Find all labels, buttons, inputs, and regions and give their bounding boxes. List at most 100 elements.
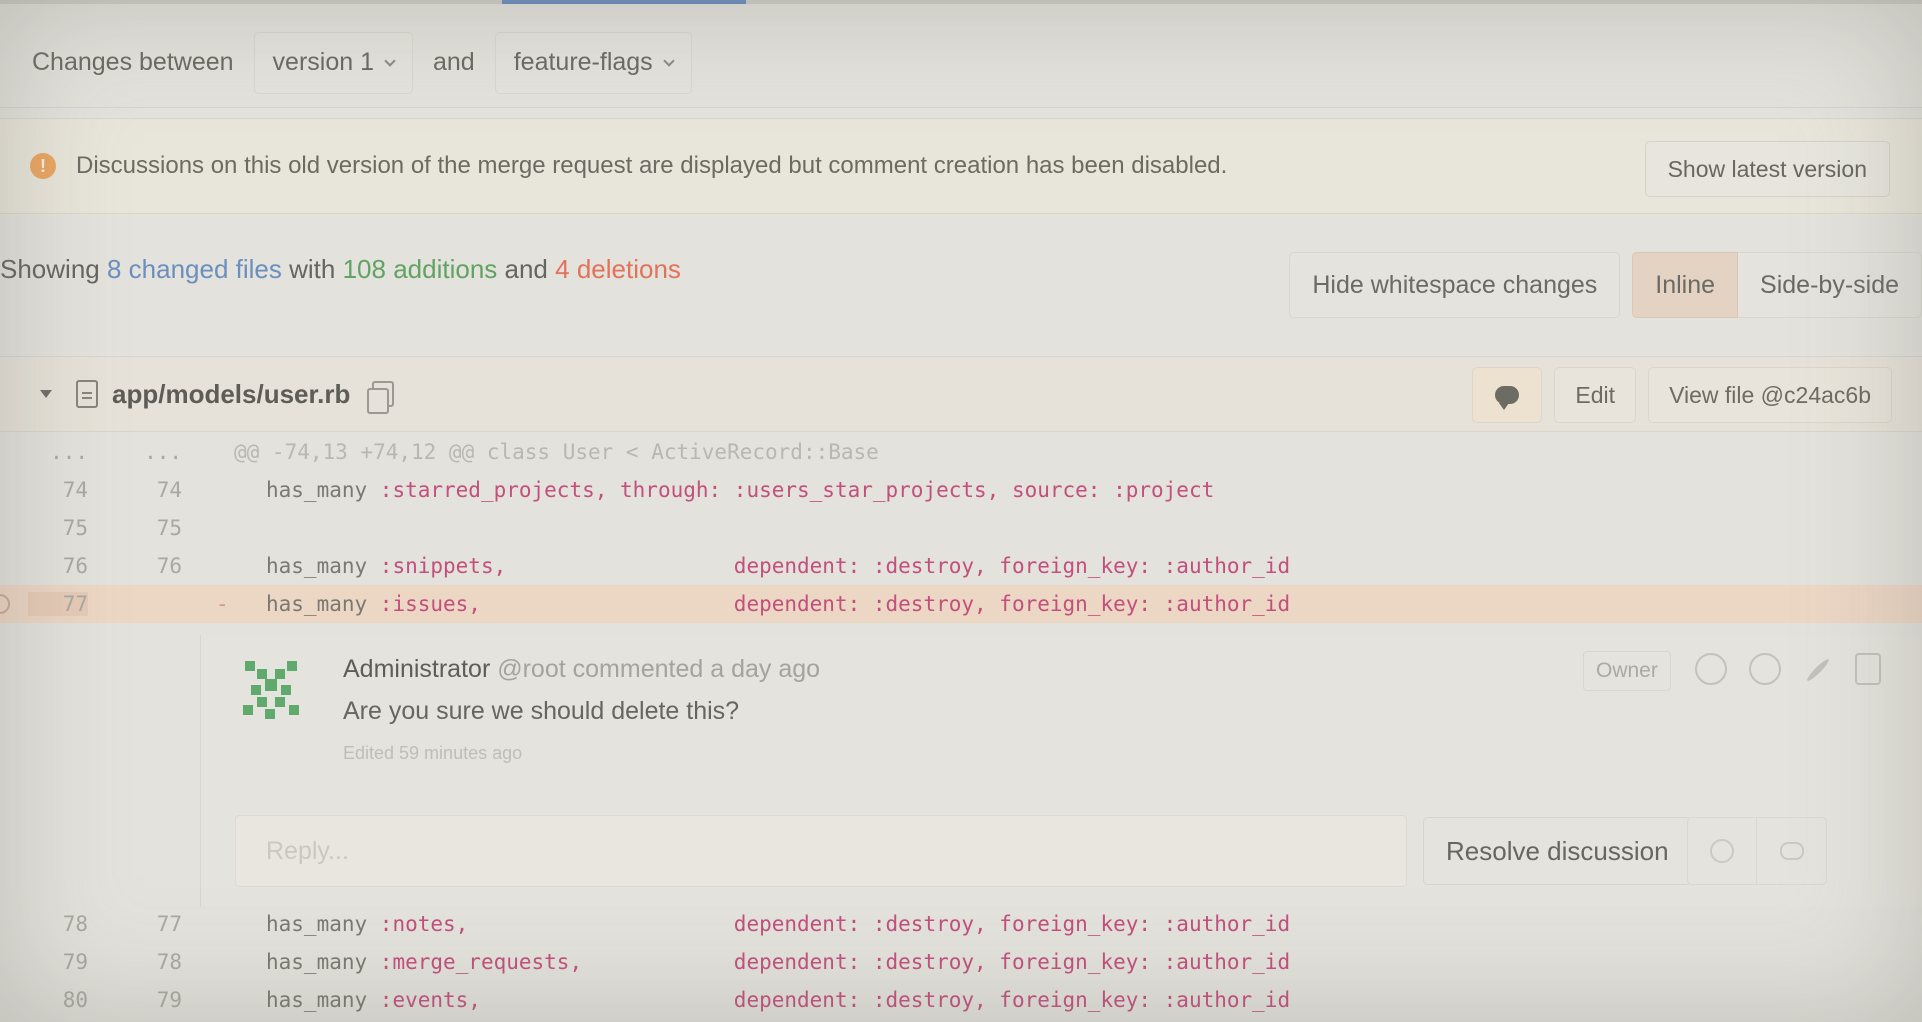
inline-view-button[interactable]: Inline xyxy=(1632,252,1739,318)
diff-line: 74 74 has_many :starred_projects, throug… xyxy=(0,471,1922,509)
old-line-number: ... xyxy=(50,440,88,464)
old-version-warning: ! Discussions on this old version of the… xyxy=(0,118,1922,214)
line-code: has_many :snippets, dependent: :destroy,… xyxy=(266,554,1290,578)
hunk-text: @@ -74,13 +74,12 @@ class User < ActiveR… xyxy=(234,440,879,464)
discussion-marker-icon[interactable] xyxy=(0,594,10,614)
diff-summary: Showing 8 changed files with 108 additio… xyxy=(0,254,681,285)
to-version-dropdown[interactable]: feature-flags xyxy=(494,31,692,94)
compare-label: Changes between xyxy=(32,48,234,76)
show-latest-version-button[interactable]: Show latest version xyxy=(1644,141,1890,197)
from-version-dropdown[interactable]: version 1 xyxy=(253,31,413,94)
diff-line: 76 76 has_many :snippets, dependent: :de… xyxy=(0,547,1922,585)
diff-view-toggle: Inline Side-by-side xyxy=(1632,252,1922,318)
view-options: Hide whitespace changes Inline Side-by-s… xyxy=(1289,252,1922,318)
old-line-number[interactable]: 77 xyxy=(28,592,88,616)
diff-line: 75 75 xyxy=(0,509,1922,547)
side-by-side-view-button[interactable]: Side-by-side xyxy=(1738,252,1922,318)
note-handle[interactable]: @root xyxy=(497,655,565,683)
line-code: has_many :starred_projects, through: :us… xyxy=(266,478,1214,502)
comment-icon xyxy=(1779,842,1804,860)
summary-prefix: Showing xyxy=(0,254,100,284)
collapse-caret-icon[interactable] xyxy=(40,390,52,398)
hunk-header: ... ... @@ -74,13 +74,12 @@ class User <… xyxy=(0,433,1922,471)
code-symbols: :starred_projects, through: :users_star_… xyxy=(379,478,1215,502)
compare-connector: and xyxy=(433,48,475,76)
resolve-check-icon[interactable] xyxy=(1695,653,1727,685)
note-time[interactable]: a day ago xyxy=(710,655,820,683)
chevron-down-icon xyxy=(384,54,396,67)
code-symbols: :issues, dependent: :destroy, foreign_ke… xyxy=(379,592,1291,616)
new-line-number[interactable]: 74 xyxy=(122,478,182,502)
changed-files-link[interactable]: 8 changed files xyxy=(107,254,282,284)
code-keyword: has_many xyxy=(266,912,380,936)
old-line-number[interactable]: 76 xyxy=(28,554,88,578)
reply-row: Reply... Resolve discussion xyxy=(235,815,1922,889)
old-line-number[interactable]: 80 xyxy=(28,988,88,1012)
code-symbols: :snippets, dependent: :destroy, foreign_… xyxy=(379,554,1291,578)
new-line-number[interactable]: 75 xyxy=(122,516,182,540)
note-body: Are you sure we should delete this? xyxy=(343,697,740,725)
top-tab-strip xyxy=(0,0,1922,4)
code-keyword: has_many xyxy=(266,950,380,974)
line-code: has_many :issues, dependent: :destroy, f… xyxy=(266,592,1290,616)
summary-with: with xyxy=(289,254,336,284)
old-line-number[interactable]: 79 xyxy=(28,950,88,974)
code-symbols: :merge_requests, dependent: :destroy, fo… xyxy=(379,950,1291,974)
note-edited: Edited 59 minutes ago xyxy=(343,743,523,763)
line-code: has_many :notes, dependent: :destroy, fo… xyxy=(266,912,1290,936)
file-path[interactable]: app/models/user.rb xyxy=(112,379,350,410)
code-keyword: has_many xyxy=(266,554,380,578)
copy-icon[interactable] xyxy=(367,381,395,414)
toggle-comments-button[interactable] xyxy=(1472,367,1543,423)
comment-bubble-icon xyxy=(1495,386,1520,410)
hide-whitespace-button[interactable]: Hide whitespace changes xyxy=(1289,252,1621,318)
emoji-icon[interactable] xyxy=(1749,653,1781,685)
avatar[interactable] xyxy=(231,647,311,727)
note-action: commented xyxy=(572,655,704,683)
note-header: Administrator @root commented a day ago xyxy=(343,655,820,684)
discussion-tools xyxy=(1687,817,1827,885)
compare-bar: Changes between version 1 and feature-fl… xyxy=(0,18,1922,108)
diff-line: 78 77 has_many :notes, dependent: :destr… xyxy=(0,905,1922,943)
edit-pencil-icon[interactable] xyxy=(1805,657,1831,683)
active-tab-indicator xyxy=(502,0,746,4)
code-keyword: has_many xyxy=(266,988,380,1012)
file-actions: Edit View file @c24ac6b xyxy=(1472,367,1892,423)
new-line-number[interactable]: 77 xyxy=(122,912,182,936)
edit-file-button[interactable]: Edit xyxy=(1554,367,1637,423)
additions-count: 108 additions xyxy=(342,254,498,284)
diff-line: 80 79 has_many :events, dependent: :dest… xyxy=(0,981,1922,1019)
resolve-discussion-button[interactable]: Resolve discussion xyxy=(1423,817,1692,885)
to-version-label: feature-flags xyxy=(513,48,653,76)
chevron-down-icon xyxy=(663,54,675,67)
view-file-button[interactable]: View file @c24ac6b xyxy=(1648,367,1892,423)
old-line-number[interactable]: 74 xyxy=(28,478,88,502)
code-symbols: :notes, dependent: :destroy, foreign_key… xyxy=(379,912,1291,936)
file-header: app/models/user.rb Edit View file @c24ac… xyxy=(0,356,1922,432)
line-code: has_many :merge_requests, dependent: :de… xyxy=(266,950,1290,974)
note-author[interactable]: Administrator xyxy=(343,655,490,683)
role-badge: Owner xyxy=(1583,651,1671,691)
line-code: has_many :events, dependent: :destroy, f… xyxy=(266,988,1290,1012)
new-line-number[interactable]: 78 xyxy=(122,950,182,974)
file-icon xyxy=(76,380,98,408)
delete-trash-icon[interactable] xyxy=(1855,653,1881,685)
old-line-number[interactable]: 75 xyxy=(28,516,88,540)
issue-icon xyxy=(1710,839,1734,863)
summary-and: and xyxy=(504,254,548,284)
code-keyword: has_many xyxy=(266,592,380,616)
new-line-number: ... xyxy=(144,440,182,464)
warning-icon: ! xyxy=(30,153,56,179)
old-line-number[interactable]: 78 xyxy=(28,912,88,936)
from-version-label: version 1 xyxy=(272,48,374,76)
code-keyword: has_many xyxy=(266,478,380,502)
new-line-number[interactable]: 79 xyxy=(122,988,182,1012)
code-symbols: :events, dependent: :destroy, foreign_ke… xyxy=(379,988,1291,1012)
reply-input[interactable]: Reply... xyxy=(235,815,1407,887)
new-issue-button[interactable] xyxy=(1687,817,1757,885)
warning-message: Discussions on this old version of the m… xyxy=(76,152,1228,179)
jump-discussion-button[interactable] xyxy=(1757,817,1827,885)
deletion-marker: - xyxy=(216,592,229,616)
new-line-number[interactable]: 76 xyxy=(122,554,182,578)
deletions-count: 4 deletions xyxy=(555,254,681,284)
